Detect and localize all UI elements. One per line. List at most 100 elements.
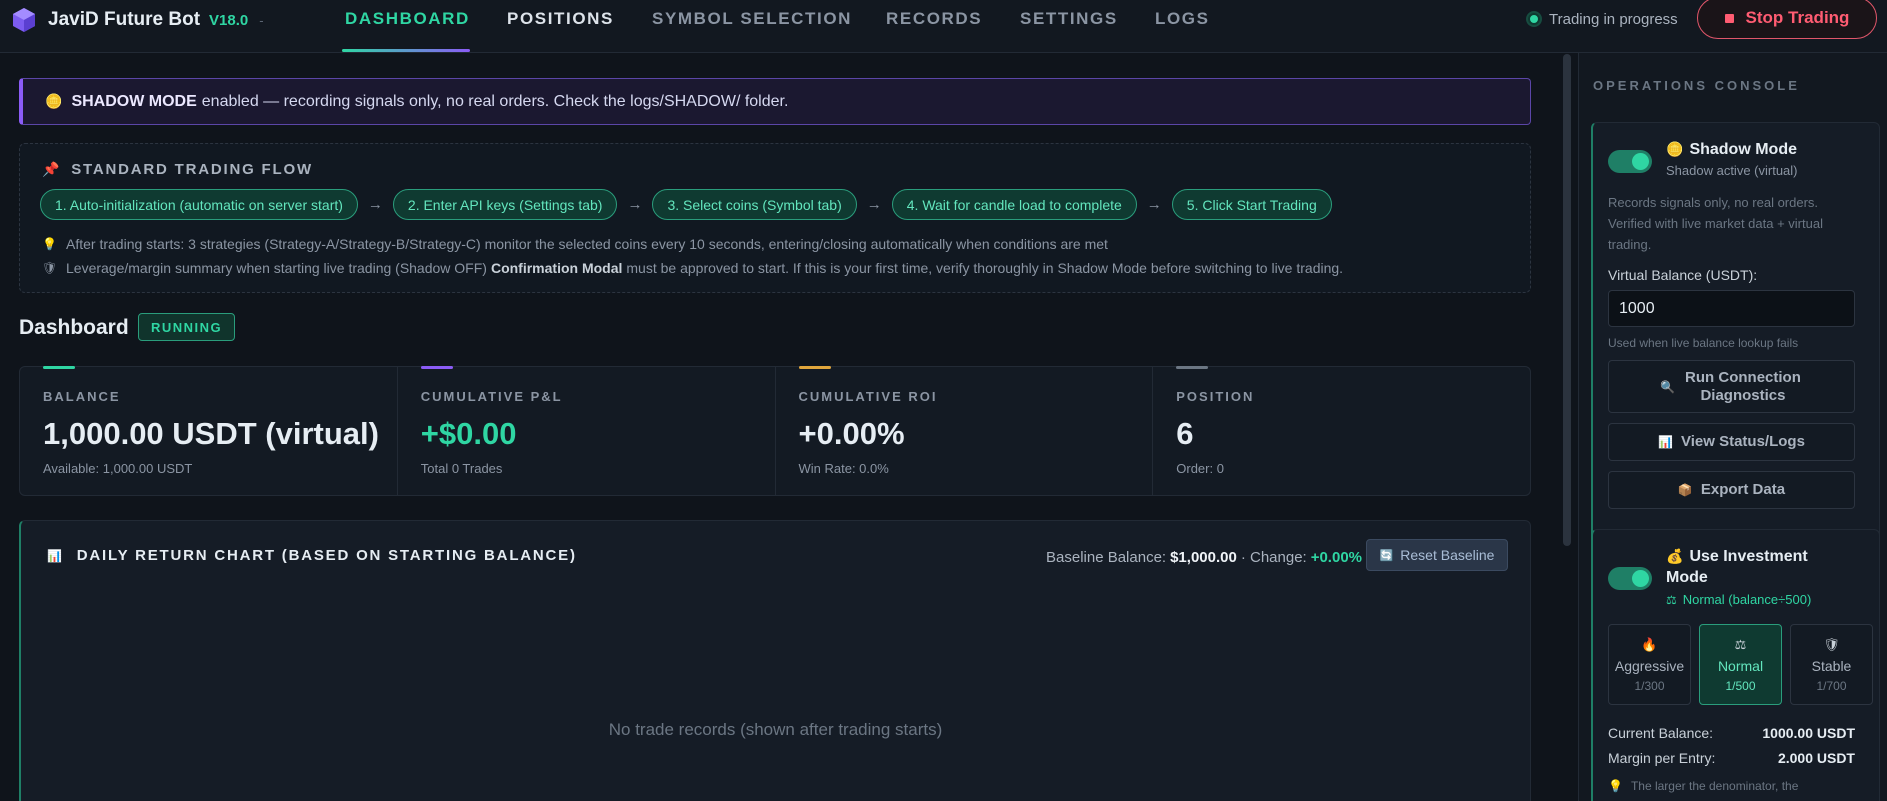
stat-label: POSITION xyxy=(1176,389,1255,404)
mode-name: Normal xyxy=(1717,658,1764,674)
chart-empty-message: No trade records (shown after trading st… xyxy=(608,720,943,739)
shadow-mode-description: Records signals only, no real orders. Ve… xyxy=(1608,195,1823,252)
investment-mode-title-text: Use Investment Mode xyxy=(1666,548,1808,586)
stat-cumulative-pnl: CUMULATIVE P&L +$0.00 Total 0 Trades xyxy=(398,366,776,495)
virtual-balance-input[interactable] xyxy=(1608,290,1855,327)
investment-mode-panel: 💰 Use Investment Mode ⚖ Normal (balance÷50… xyxy=(1591,529,1880,801)
arrow-right-icon: → xyxy=(1146,196,1162,213)
tab-positions[interactable]: POSITIONS xyxy=(507,0,614,53)
reset-baseline-label: Reset Baseline xyxy=(1400,547,1495,563)
flow-title-text: STANDARD TRADING FLOW xyxy=(71,161,313,178)
run-diagnostics-button[interactable]: 🔍 Run Connection Diagnostics xyxy=(1608,360,1855,413)
flow-note-strategies: 💡 After trading starts: 3 strategies (St… xyxy=(42,236,1108,252)
refresh-icon: 🔄 xyxy=(1379,549,1394,562)
lightbulb-icon: 💡 xyxy=(1608,779,1623,793)
view-status-logs-button[interactable]: 📊 View Status/Logs xyxy=(1608,423,1855,461)
brand-separator: - xyxy=(259,12,264,28)
stat-accent-bar xyxy=(798,366,831,369)
investment-tip: 💡 The larger the denominator, the xyxy=(1608,779,1798,793)
mode-name: Stable xyxy=(1811,658,1852,674)
flow-step-1: 1. Auto-initialization (automatic on ser… xyxy=(40,189,358,220)
trading-status-text: Trading in progress xyxy=(1549,10,1678,28)
stat-sub: Available: 1,000.00 USDT xyxy=(43,461,193,476)
mode-ratio: 1/700 xyxy=(1816,679,1847,693)
chart-icon: 📊 xyxy=(1658,435,1674,449)
investment-mode-status: ⚖ Normal (balance÷500) xyxy=(1666,592,1811,607)
current-balance-label: Current Balance: xyxy=(1608,725,1714,741)
margin-per-entry-label: Margin per Entry: xyxy=(1608,750,1716,766)
chart-baseline-info: Baseline Balance: $1,000.00 · Change: +0… xyxy=(1046,549,1362,566)
current-balance-value: 1000.00 USDT xyxy=(1762,725,1855,741)
status-dot-icon xyxy=(1528,13,1540,25)
virtual-balance-hint: Used when live balance lookup fails xyxy=(1608,336,1799,350)
chart-title-text: DAILY RETURN CHART (BASED ON STARTING BA… xyxy=(76,547,577,564)
main-scrollbar[interactable] xyxy=(1563,54,1571,546)
stat-value: 1,000.00 USDT (virtual) xyxy=(43,416,379,451)
hexagon-logo-icon xyxy=(13,8,35,32)
trading-flow-panel: 📌 STANDARD TRADING FLOW 1. Auto-initiali… xyxy=(19,143,1531,293)
shield-icon: 🛡 xyxy=(42,261,58,275)
mode-ratio: 1/300 xyxy=(1634,679,1665,693)
status-badge: RUNNING xyxy=(138,313,236,341)
investment-mode-title: 💰 Use Investment Mode xyxy=(1666,546,1846,588)
tab-records[interactable]: RECORDS xyxy=(886,0,982,53)
view-status-logs-label: View Status/Logs xyxy=(1681,433,1805,450)
mode-card-aggressive[interactable]: 🔥 Aggressive 1/300 xyxy=(1608,624,1691,705)
shadow-mode-status: Shadow active (virtual) xyxy=(1666,163,1798,178)
stat-value: +0.00% xyxy=(798,416,905,451)
tab-symbol-selection[interactable]: SYMBOL SELECTION xyxy=(652,0,852,53)
stat-label: BALANCE xyxy=(43,389,121,404)
export-data-label: Export Data xyxy=(1700,481,1786,498)
export-data-button[interactable]: 📦 Export Data xyxy=(1608,471,1855,509)
stop-trading-button[interactable]: Stop Trading xyxy=(1697,0,1877,39)
fire-icon: 🔥 xyxy=(1641,637,1658,652)
bar-chart-icon: 📊 xyxy=(47,548,64,563)
mode-card-normal[interactable]: ⚖ Normal 1/500 xyxy=(1699,624,1782,705)
app-version: V18.0 xyxy=(209,11,249,29)
stat-sub: Order: 0 xyxy=(1176,461,1224,476)
stat-sub: Total 0 Trades xyxy=(420,461,503,476)
shadow-mode-banner: 🪙 SHADOW MODE enabled — recording signal… xyxy=(19,78,1531,125)
flow-title: 📌 STANDARD TRADING FLOW xyxy=(42,161,313,178)
change-label: · Change: xyxy=(1240,549,1307,566)
shadow-mode-panel: 🪙 Shadow Mode Shadow active (virtual) Rec… xyxy=(1591,122,1880,540)
stat-label: CUMULATIVE P&L xyxy=(420,389,563,404)
arrow-right-icon: → xyxy=(367,196,383,213)
stats-row: BALANCE 1,000.00 USDT (virtual) Availabl… xyxy=(19,366,1531,496)
tab-dashboard[interactable]: DASHBOARD xyxy=(345,0,470,53)
investment-mode-status-text: Normal (balance÷500) xyxy=(1682,592,1812,607)
scale-icon: ⚖ xyxy=(1666,593,1677,607)
mode-card-stable[interactable]: 🛡 Stable 1/700 xyxy=(1790,624,1873,705)
shadow-mode-title-text: Shadow Mode xyxy=(1689,141,1797,158)
run-diagnostics-label: Run Connection Diagnostics xyxy=(1685,368,1801,404)
shadow-banner-bold: SHADOW MODE xyxy=(71,92,197,110)
stat-sub: Win Rate: 0.0% xyxy=(798,461,889,476)
page-title: Dashboard xyxy=(19,316,129,339)
operations-console: OPERATIONS CONSOLE 🪙 Shadow Mode Shadow a… xyxy=(1578,53,1887,801)
mode-ratio: 1/500 xyxy=(1725,679,1756,693)
change-value: +0.00% xyxy=(1310,549,1362,566)
stop-square-icon xyxy=(1724,13,1734,23)
virtual-balance-label: Virtual Balance (USDT): xyxy=(1608,267,1758,283)
scale-icon: ⚖ xyxy=(1734,637,1747,652)
stat-position: POSITION 6 Order: 0 xyxy=(1153,366,1530,495)
flow-step-2: 2. Enter API keys (Settings tab) xyxy=(392,189,618,220)
baseline-label: Baseline Balance: xyxy=(1046,549,1167,566)
stat-accent-bar xyxy=(43,366,75,369)
investment-mode-toggle[interactable] xyxy=(1608,567,1652,590)
shadow-mode-toggle[interactable] xyxy=(1608,150,1652,173)
reset-baseline-button[interactable]: 🔄 Reset Baseline xyxy=(1366,539,1508,571)
stat-accent-bar xyxy=(420,366,453,369)
margin-per-entry-row: Margin per Entry: 2.000 USDT xyxy=(1608,750,1855,766)
pin-icon: 📌 xyxy=(42,161,62,177)
tab-logs[interactable]: LOGS xyxy=(1155,0,1210,53)
package-icon: 📦 xyxy=(1677,483,1693,497)
stat-accent-bar xyxy=(1176,366,1209,369)
trading-status: Trading in progress xyxy=(1528,9,1678,29)
stop-trading-label: Stop Trading xyxy=(1745,8,1850,27)
flow-note-2-bold: Confirmation Modal xyxy=(490,260,623,276)
tab-settings[interactable]: SETTINGS xyxy=(1020,0,1118,53)
shield-icon: 🛡 xyxy=(1823,637,1840,652)
flow-note-2-pre: Leverage/margin summary when starting li… xyxy=(66,260,487,276)
flow-step-3: 3. Select coins (Symbol tab) xyxy=(652,189,857,220)
